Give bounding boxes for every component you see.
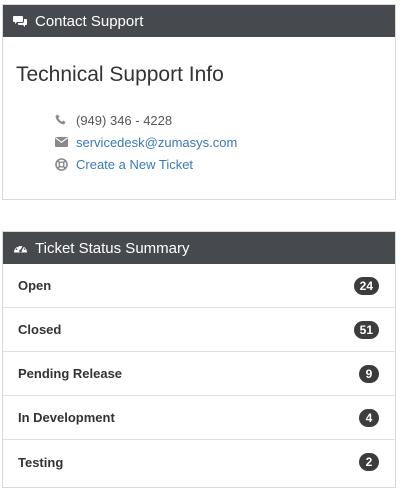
envelope-icon <box>54 135 68 149</box>
phone-item: (949) 346 - 4228 <box>54 109 237 131</box>
status-item-open[interactable]: Open 24 <box>3 264 395 308</box>
status-label: Open <box>18 278 52 293</box>
contact-support-panel: Contact Support Technical Support Info (… <box>2 4 396 200</box>
ticket-status-header: Ticket Status Summary <box>3 232 395 264</box>
ticket-status-panel: Ticket Status Summary Open 24 Closed 51 … <box>2 231 396 488</box>
status-label: Closed <box>18 322 62 337</box>
contact-info-list: (949) 346 - 4228 servicedesk@zumasys.com… <box>54 109 237 175</box>
phone-icon <box>54 113 68 127</box>
lifebuoy-icon <box>54 157 68 171</box>
status-count-badge: 2 <box>359 453 379 471</box>
status-count-badge: 51 <box>353 320 379 339</box>
status-label: Pending Release <box>18 366 123 381</box>
status-label: Testing <box>18 454 64 470</box>
dashboard-icon <box>12 240 28 256</box>
ticket-status-list: Open 24 Closed 51 Pending Release 9 In D… <box>3 264 395 484</box>
email-link[interactable]: servicedesk@zumasys.com <box>76 135 237 150</box>
status-item-closed[interactable]: Closed 51 <box>3 308 395 352</box>
create-ticket-link[interactable]: Create a New Ticket <box>76 157 193 172</box>
ticket-status-title: Ticket Status Summary <box>35 239 190 257</box>
support-info-heading: Technical Support Info <box>16 63 224 86</box>
status-item-pending-release[interactable]: Pending Release 9 <box>3 352 395 396</box>
status-count-badge: 24 <box>353 276 379 295</box>
contact-support-title: Contact Support <box>35 12 144 30</box>
status-item-testing[interactable]: Testing 2 <box>3 440 395 484</box>
contact-support-header: Contact Support <box>3 5 395 37</box>
comments-icon <box>12 13 28 29</box>
email-item: servicedesk@zumasys.com <box>54 131 237 153</box>
status-count-badge: 9 <box>359 364 379 383</box>
ticket-item: Create a New Ticket <box>54 153 237 175</box>
phone-number: (949) 346 - 4228 <box>76 112 173 128</box>
status-count-badge: 4 <box>359 408 379 427</box>
status-label: In Development <box>18 410 115 425</box>
status-item-in-development[interactable]: In Development 4 <box>3 396 395 440</box>
